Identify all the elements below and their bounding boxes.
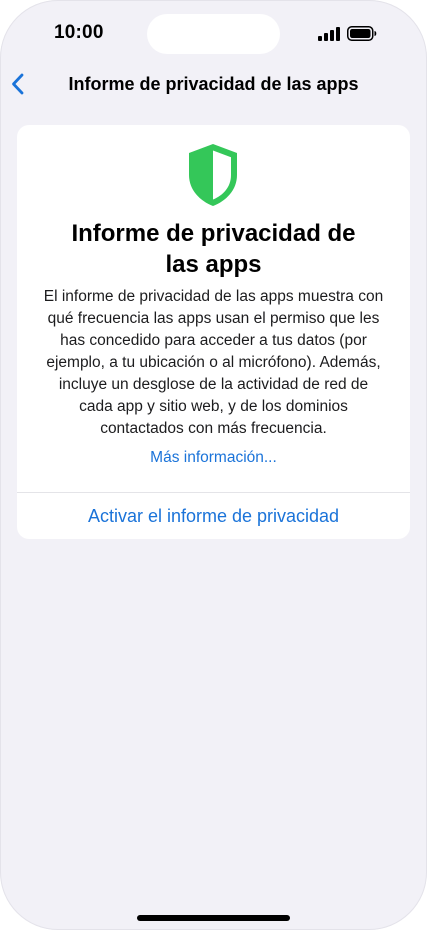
battery-icon xyxy=(347,26,377,41)
description-line: qué frecuencia las apps usan el permiso … xyxy=(47,310,380,327)
more-info-link[interactable]: Más información... xyxy=(17,449,410,467)
description-line: ejemplo, a tu ubicación o al micrófono).… xyxy=(46,354,381,371)
description-line: has concedido para acceder a tus datos (… xyxy=(60,332,367,349)
shield-icon xyxy=(189,144,237,206)
navigation-bar: Informe de privacidad de las apps xyxy=(0,64,427,104)
nav-title: Informe de privacidad de las apps xyxy=(68,74,359,94)
description-line: contactados con más frecuencia. xyxy=(100,420,327,437)
privacy-report-card: Informe de privacidad de las apps El inf… xyxy=(17,125,410,539)
card-title-line: Informe de privacidad de xyxy=(71,220,356,247)
description-line: cada app y sitio web, y de los dominios xyxy=(79,398,348,415)
dynamic-island xyxy=(147,14,280,54)
chevron-left-icon[interactable] xyxy=(8,71,30,97)
card-title-line: las apps xyxy=(165,251,262,278)
description-line: incluye un desglose de la actividad de r… xyxy=(58,376,369,393)
card-description: El informe de privacidad de las apps mue… xyxy=(31,286,396,440)
home-indicator[interactable] xyxy=(137,915,290,921)
activate-privacy-report-button[interactable]: Activar el informe de privacidad xyxy=(17,493,410,539)
description-line: El informe de privacidad de las apps mue… xyxy=(43,288,384,305)
cellular-signal-icon xyxy=(318,27,340,41)
phone-screen: 10:00 Informe de privacidad de las apps … xyxy=(0,0,427,930)
status-bar: 10:00 xyxy=(0,0,427,66)
card-title: Informe de privacidad de las apps xyxy=(37,218,390,280)
status-time: 10:00 xyxy=(54,22,104,43)
